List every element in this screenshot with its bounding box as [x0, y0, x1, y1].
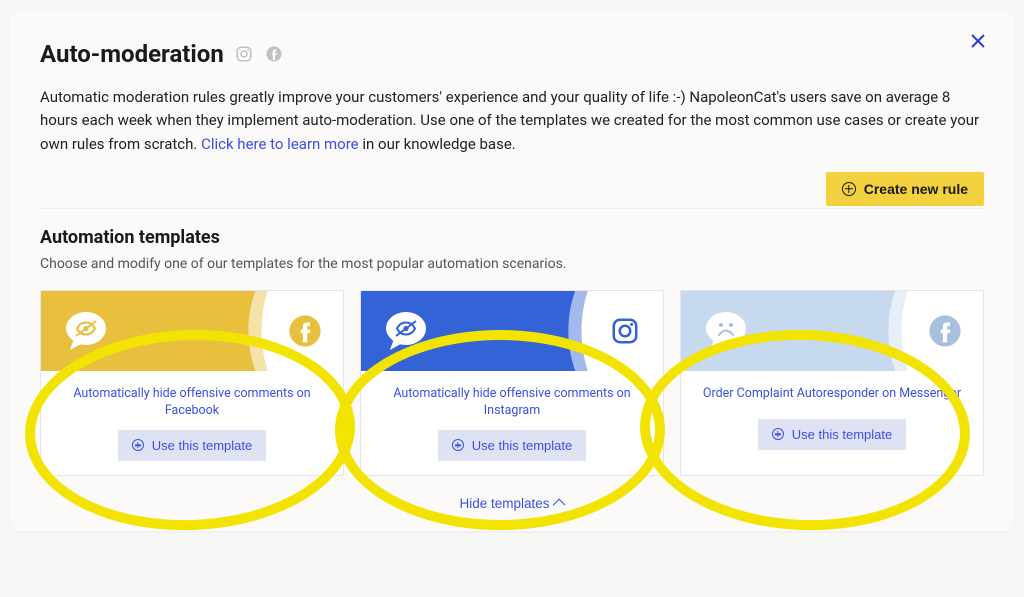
- card-banner: [681, 291, 983, 371]
- template-card-hide-offensive-instagram: Automatically hide offensive comments on…: [360, 290, 664, 476]
- template-cards: Automatically hide offensive comments on…: [40, 290, 984, 476]
- instagram-icon: [607, 313, 643, 349]
- template-card-hide-offensive-facebook: Automatically hide offensive comments on…: [40, 290, 344, 476]
- plus-circle-icon: [842, 182, 856, 196]
- title-row: Auto-moderation: [40, 40, 984, 68]
- facebook-icon: [287, 313, 323, 349]
- templates-section-subtitle: Choose and modify one of our templates f…: [40, 256, 984, 272]
- plus-circle-icon: [772, 428, 784, 440]
- create-rule-label: Create new rule: [864, 181, 968, 197]
- hide-comment-icon: [381, 306, 431, 356]
- template-card-order-complaint-messenger: Order Complaint Autoresponder on Messeng…: [680, 290, 984, 476]
- card-banner: [41, 291, 343, 371]
- template-label: Automatically hide offensive comments on…: [41, 371, 343, 430]
- description-after: in our knowledge base.: [359, 135, 516, 153]
- close-button[interactable]: [970, 32, 986, 54]
- create-new-rule-button[interactable]: Create new rule: [826, 172, 984, 206]
- use-template-label: Use this template: [472, 438, 572, 453]
- use-template-button[interactable]: Use this template: [438, 430, 586, 461]
- facebook-icon: [927, 313, 963, 349]
- learn-more-link[interactable]: Click here to learn more: [201, 135, 359, 153]
- hide-templates-row: Hide templates: [40, 496, 984, 511]
- facebook-icon: [264, 44, 284, 64]
- template-label: Order Complaint Autoresponder on Messeng…: [685, 371, 979, 419]
- chevron-up-icon: [552, 498, 565, 511]
- plus-circle-icon: [132, 439, 144, 451]
- plus-circle-icon: [452, 439, 464, 451]
- use-template-label: Use this template: [792, 427, 892, 442]
- instagram-icon: [234, 44, 254, 64]
- hide-comment-icon: [61, 306, 111, 356]
- use-template-button[interactable]: Use this template: [758, 419, 906, 450]
- hide-templates-label: Hide templates: [459, 496, 549, 511]
- create-row: Create new rule: [40, 172, 984, 209]
- sad-face-icon: [701, 306, 751, 356]
- templates-section-title: Automation templates: [40, 227, 984, 248]
- template-label: Automatically hide offensive comments on…: [361, 371, 663, 430]
- description: Automatic moderation rules greatly impro…: [40, 86, 984, 156]
- auto-moderation-panel: Auto-moderation Automatic moderation rul…: [10, 10, 1014, 531]
- use-template-label: Use this template: [152, 438, 252, 453]
- card-banner: [361, 291, 663, 371]
- use-template-button[interactable]: Use this template: [118, 430, 266, 461]
- page-title: Auto-moderation: [40, 40, 224, 68]
- hide-templates-button[interactable]: Hide templates: [459, 496, 564, 511]
- close-icon: [970, 33, 986, 49]
